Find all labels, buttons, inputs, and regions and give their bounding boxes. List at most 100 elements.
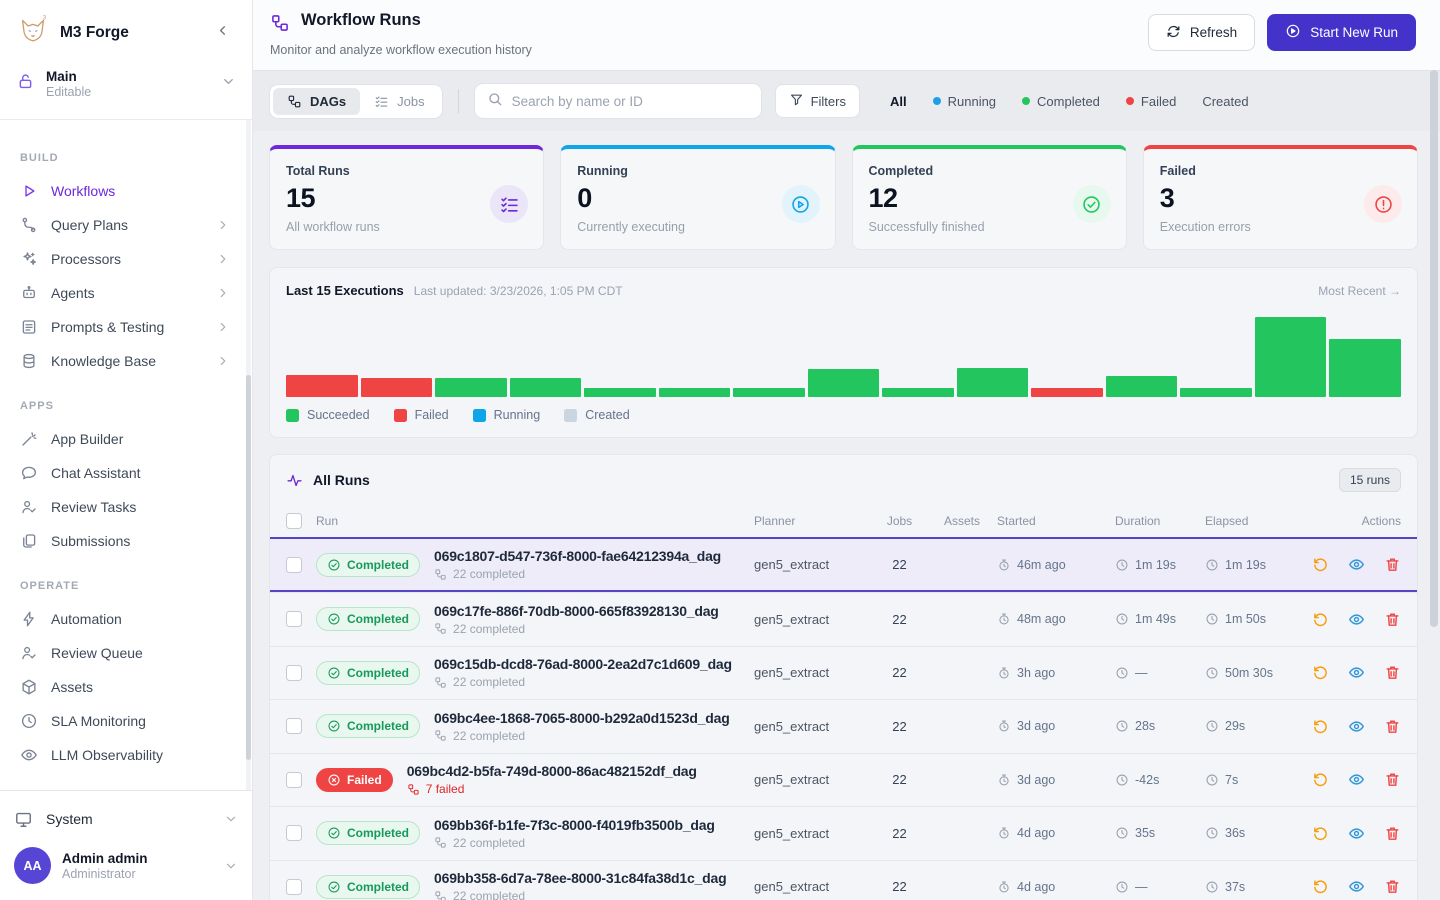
execution-bar[interactable] [808, 369, 880, 397]
execution-bar[interactable] [1255, 317, 1327, 397]
sidebar-item-agents[interactable]: Agents [10, 276, 240, 310]
row-checkbox[interactable] [286, 665, 302, 681]
table-row[interactable]: Completed069c1807-d547-736f-8000-fae6421… [270, 537, 1417, 592]
delete-button[interactable] [1384, 771, 1401, 788]
retry-button[interactable] [1312, 611, 1329, 628]
sidebar-item-review-queue[interactable]: Review Queue [10, 636, 240, 670]
filters-button[interactable]: Filters [775, 84, 860, 118]
run-sub-label: 22 completed [453, 836, 525, 850]
run-id[interactable]: 069bc4ee-1868-7065-8000-b292a0d1523d_dag [434, 710, 730, 726]
run-id[interactable]: 069bc4d2-b5fa-749d-8000-86ac482152df_dag [407, 763, 697, 779]
sidebar-collapse-button[interactable] [209, 21, 236, 45]
execution-bar[interactable] [584, 388, 656, 397]
search-box[interactable] [474, 83, 762, 119]
delete-button[interactable] [1384, 825, 1401, 842]
view-button[interactable] [1348, 718, 1365, 735]
status-filter-failed[interactable]: Failed [1117, 89, 1185, 114]
run-id[interactable]: 069c15db-dcd8-76ad-8000-2ea2d7c1d609_dag [434, 656, 732, 672]
tab-jobs[interactable]: Jobs [360, 88, 438, 115]
run-id[interactable]: 069c1807-d547-736f-8000-fae64212394a_dag [434, 548, 721, 564]
toolbar: DAGsJobs Filters All Running Completed Fail… [253, 70, 1440, 131]
sidebar-item-prompts-testing[interactable]: Prompts & Testing [10, 310, 240, 344]
retry-button[interactable] [1312, 878, 1329, 895]
sidebar-item-processors[interactable]: Processors [10, 242, 240, 276]
user-menu[interactable]: AA Admin admin Administrator [14, 841, 238, 892]
execution-bar[interactable] [510, 378, 582, 397]
retry-button[interactable] [1312, 718, 1329, 735]
execution-bar[interactable] [1106, 376, 1178, 397]
view-button[interactable] [1348, 556, 1365, 573]
execution-bar[interactable] [882, 388, 954, 397]
execution-bar[interactable] [1031, 388, 1103, 397]
sidebar-item-automation[interactable]: Automation [10, 602, 240, 636]
sidebar-item-assets[interactable]: Assets [10, 670, 240, 704]
sidebar-item-app-builder[interactable]: App Builder [10, 422, 240, 456]
retry-button[interactable] [1312, 664, 1329, 681]
sidebar-item-system[interactable]: System [14, 797, 238, 841]
sidebar-item-knowledge-base[interactable]: Knowledge Base [10, 344, 240, 378]
view-button[interactable] [1348, 664, 1365, 681]
select-all-checkbox[interactable] [286, 513, 302, 529]
row-checkbox[interactable] [286, 611, 302, 627]
status-filter-completed[interactable]: Completed [1013, 89, 1109, 114]
sidebar-item-llm-observability[interactable]: LLM Observability [10, 738, 240, 772]
view-button[interactable] [1348, 771, 1365, 788]
row-checkbox[interactable] [286, 557, 302, 573]
column-header-planner: Planner [754, 514, 872, 528]
start-new-run-button[interactable]: Start New Run [1267, 14, 1416, 51]
table-row[interactable]: Completed069c15db-dcd8-76ad-8000-2ea2d7c… [270, 646, 1417, 700]
delete-button[interactable] [1384, 718, 1401, 735]
project-selector[interactable]: Main Editable [0, 57, 252, 120]
delete-button[interactable] [1384, 611, 1401, 628]
rotate-ccw-icon [1312, 611, 1329, 628]
view-button[interactable] [1348, 878, 1365, 895]
main-scrollbar-thumb[interactable] [1430, 70, 1438, 627]
row-checkbox[interactable] [286, 718, 302, 734]
table-row[interactable]: Completed069bb358-6d7a-78ee-8000-31c84fa… [270, 860, 1417, 900]
execution-bar[interactable] [957, 368, 1029, 397]
table-row[interactable]: Completed069c17fe-886f-70db-8000-665f839… [270, 592, 1417, 646]
sidebar-scrollbar-thumb[interactable] [246, 375, 251, 760]
page-title: Workflow Runs [301, 11, 421, 38]
execution-bar[interactable] [435, 378, 507, 397]
retry-button[interactable] [1312, 556, 1329, 573]
execution-bar[interactable] [1329, 339, 1401, 397]
retry-button[interactable] [1312, 771, 1329, 788]
refresh-icon [1166, 24, 1181, 42]
status-filter-created[interactable]: Created [1193, 89, 1257, 114]
table-row[interactable]: Completed069bb36f-b1fe-7f3c-8000-f4019fb… [270, 806, 1417, 860]
execution-bar[interactable] [659, 388, 731, 397]
cell-jobs: 22 [872, 719, 927, 734]
status-filter-running[interactable]: Running [924, 89, 1005, 114]
row-checkbox[interactable] [286, 772, 302, 788]
sidebar-item-submissions[interactable]: Submissions [10, 524, 240, 558]
cell-duration: -42s [1115, 773, 1205, 787]
tab-dags[interactable]: DAGs [273, 88, 360, 115]
row-checkbox[interactable] [286, 825, 302, 841]
sidebar-item-review-tasks[interactable]: Review Tasks [10, 490, 240, 524]
execution-bar[interactable] [733, 388, 805, 397]
run-id[interactable]: 069c17fe-886f-70db-8000-665f83928130_dag [434, 603, 719, 619]
execution-bar[interactable] [1180, 388, 1252, 397]
delete-button[interactable] [1384, 556, 1401, 573]
sidebar-item-sla-monitoring[interactable]: SLA Monitoring [10, 704, 240, 738]
table-row[interactable]: Completed069bc4ee-1868-7065-8000-b292a0d… [270, 699, 1417, 753]
table-row[interactable]: Failed069bc4d2-b5fa-749d-8000-86ac482152… [270, 753, 1417, 807]
search-input[interactable] [512, 94, 749, 109]
delete-button[interactable] [1384, 878, 1401, 895]
sidebar-item-query-plans[interactable]: Query Plans [10, 208, 240, 242]
execution-bar[interactable] [286, 375, 358, 397]
view-button[interactable] [1348, 825, 1365, 842]
execution-bar[interactable] [361, 378, 433, 397]
view-button[interactable] [1348, 611, 1365, 628]
delete-button[interactable] [1384, 664, 1401, 681]
sidebar-item-workflows[interactable]: Workflows [10, 174, 240, 208]
run-id[interactable]: 069bb358-6d7a-78ee-8000-31c84fa38d1c_dag [434, 870, 726, 886]
row-checkbox[interactable] [286, 879, 302, 895]
retry-button[interactable] [1312, 825, 1329, 842]
run-id[interactable]: 069bb36f-b1fe-7f3c-8000-f4019fb3500b_dag [434, 817, 715, 833]
refresh-button[interactable]: Refresh [1148, 14, 1255, 51]
status-filter-all[interactable]: All [881, 89, 916, 114]
sidebar-item-chat-assistant[interactable]: Chat Assistant [10, 456, 240, 490]
status-filter-label: Failed [1141, 94, 1176, 109]
